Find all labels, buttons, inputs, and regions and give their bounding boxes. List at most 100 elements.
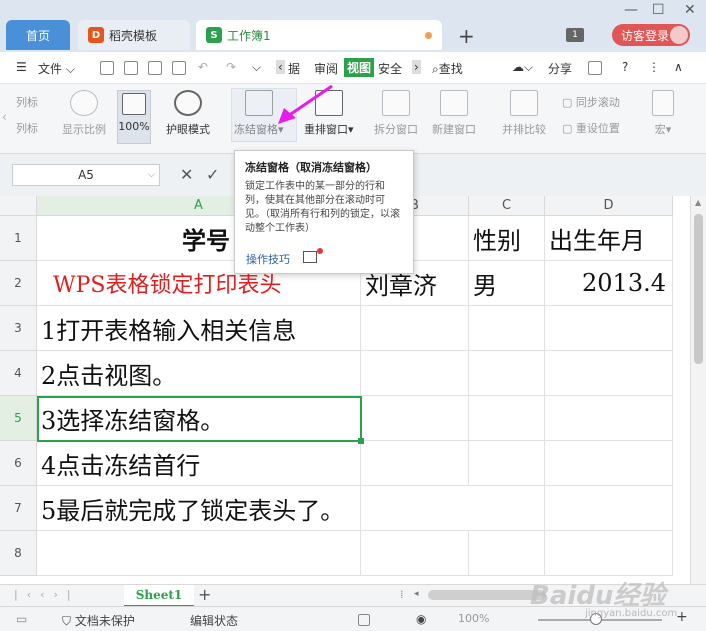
file-menu[interactable]: 文件 ⌵ [38, 60, 75, 77]
video-play-icon[interactable] [303, 251, 317, 263]
collapse-ribbon-icon[interactable]: ∧ [674, 60, 683, 74]
print-icon[interactable] [148, 60, 162, 75]
ribbon-row-header-2[interactable]: 列标 [16, 120, 38, 136]
row-header-3[interactable]: 3 [0, 306, 37, 351]
tab-home[interactable]: 首页 [6, 20, 70, 50]
add-sheet-icon[interactable]: + [198, 585, 211, 604]
cell-c8[interactable] [469, 531, 545, 576]
cell-d5[interactable] [545, 396, 673, 441]
cell-b5[interactable] [361, 396, 469, 441]
reset-position-button[interactable]: ▢ 重设位置 [562, 120, 620, 136]
cell-d2[interactable]: 2013.4 [545, 261, 673, 306]
page-layout-icon[interactable]: ▭ [16, 612, 27, 626]
name-box[interactable]: A5 ⌵ [12, 164, 160, 186]
cell-a3[interactable]: 1打开表格输入相关信息 [37, 306, 361, 351]
hamburger-icon[interactable]: ☰ [16, 60, 27, 74]
eye-protection-status-icon[interactable]: ◉ [416, 612, 426, 626]
menu-data[interactable]: 据 [288, 60, 300, 77]
scroll-up-icon[interactable]: ▲ [695, 198, 701, 207]
cancel-icon[interactable]: ✕ [180, 165, 193, 184]
cell-c7[interactable] [469, 486, 545, 531]
new-window-button[interactable]: 新建窗口 [432, 90, 476, 137]
row-header-2[interactable]: 2 [0, 261, 37, 306]
column-header-d[interactable]: D [545, 196, 673, 216]
protection-status[interactable]: ⛉ 文档未保护 [62, 612, 135, 629]
cell-b7[interactable] [361, 486, 469, 531]
horizontal-scroll-thumb[interactable] [428, 590, 546, 600]
sync-scroll-button[interactable]: ▢ 同步滚动 [562, 94, 620, 110]
cell-a7[interactable]: 5最后就完成了锁定表头了。 [37, 486, 361, 531]
macro-button[interactable]: 宏▾ [652, 90, 674, 137]
new-tab-button[interactable]: + [458, 24, 475, 48]
row-header-5[interactable]: 5 [0, 396, 37, 441]
redo-icon[interactable]: ↷ [226, 60, 236, 74]
confirm-icon[interactable]: ✓ [206, 165, 219, 184]
split-handle-icon[interactable]: ⁞ [400, 588, 404, 601]
row-header-4[interactable]: 4 [0, 351, 37, 396]
cell-a5[interactable]: 3选择冻结窗格。 [37, 396, 361, 441]
close-icon[interactable]: ✕ [684, 2, 696, 18]
column-header-c[interactable]: C [469, 196, 545, 216]
zoom-level[interactable]: 100% [458, 612, 489, 625]
cell-d1[interactable]: 出生年月 [545, 216, 673, 261]
export-pdf-icon[interactable] [124, 60, 138, 75]
zoom-ratio-button[interactable]: 显示比例 [62, 90, 106, 137]
cell-d3[interactable] [545, 306, 673, 351]
vertical-scrollbar[interactable]: ▲ [690, 196, 706, 584]
guest-login-button[interactable]: 访客登录 [612, 24, 690, 46]
sheet-nav-icons[interactable]: |‹‹›| [14, 588, 80, 601]
ribbon-row-header-1[interactable]: 列标 [16, 94, 38, 110]
cell-d7[interactable] [545, 486, 673, 531]
quick-access-dropdown-icon[interactable]: ⌵ [252, 60, 261, 75]
select-all-corner[interactable] [0, 196, 37, 216]
sheet-tab-sheet1[interactable]: Sheet1 [124, 585, 194, 607]
cell-c2[interactable]: 男 [469, 261, 545, 306]
cloud-icon[interactable]: ☁⌵ [512, 60, 533, 75]
row-header-8[interactable]: 8 [0, 531, 37, 576]
normal-view-icon[interactable] [358, 612, 370, 626]
cell-b8[interactable] [361, 531, 469, 576]
menu-view[interactable]: 视图 [344, 58, 375, 77]
scroll-left-icon[interactable]: ‹ [276, 60, 285, 74]
tab-workbook[interactable]: S 工作簿1 [196, 20, 442, 50]
cell-b6[interactable] [361, 441, 469, 486]
collab-icon[interactable] [588, 60, 602, 75]
scroll-left-small-icon[interactable]: ◂ [414, 589, 419, 599]
maximize-icon[interactable]: ☐ [652, 2, 665, 18]
ribbon-scroll-left-icon[interactable]: ‹ [2, 110, 7, 124]
cell-a6[interactable]: 4点击冻结首行 [37, 441, 361, 486]
tooltip-tips-link[interactable]: 操作技巧 [246, 251, 290, 267]
zoom-in-icon[interactable]: + [676, 609, 688, 625]
split-window-button[interactable]: 拆分窗口 [374, 90, 418, 137]
cell-c1[interactable]: 性别 [469, 216, 545, 261]
zoom-100-button[interactable]: 100% [117, 90, 151, 144]
row-header-7[interactable]: 7 [0, 486, 37, 531]
save-icon[interactable] [100, 60, 114, 75]
row-header-6[interactable]: 6 [0, 441, 37, 486]
cell-b4[interactable] [361, 351, 469, 396]
cell-b3[interactable] [361, 306, 469, 351]
window-count-badge[interactable]: 1 [566, 28, 584, 42]
cell-d8[interactable] [545, 531, 673, 576]
print-preview-icon[interactable] [172, 60, 186, 75]
side-by-side-button[interactable]: 并排比较 [502, 90, 546, 137]
cell-c3[interactable] [469, 306, 545, 351]
minimize-icon[interactable]: — [624, 2, 638, 18]
menu-security[interactable]: 安全 [378, 60, 402, 77]
help-icon[interactable]: ? [622, 60, 628, 74]
more-icon[interactable]: ⋮ [648, 60, 660, 74]
row-header-1[interactable]: 1 [0, 216, 37, 261]
cell-d6[interactable] [545, 441, 673, 486]
name-box-dropdown-icon[interactable]: ⌵ [148, 165, 155, 185]
undo-icon[interactable]: ↶ [198, 60, 208, 74]
vertical-scroll-thumb[interactable] [694, 214, 703, 364]
share-button[interactable]: 分享 [548, 60, 572, 77]
eye-protection-button[interactable]: 护眼模式 [166, 90, 210, 137]
cell-d4[interactable] [545, 351, 673, 396]
cell-c4[interactable] [469, 351, 545, 396]
cell-a4[interactable]: 2点击视图。 [37, 351, 361, 396]
tab-docer-templates[interactable]: D 稻壳模板 [78, 20, 190, 50]
cell-c5[interactable] [469, 396, 545, 441]
cell-c6[interactable] [469, 441, 545, 486]
menu-review[interactable]: 审阅 [314, 60, 338, 77]
